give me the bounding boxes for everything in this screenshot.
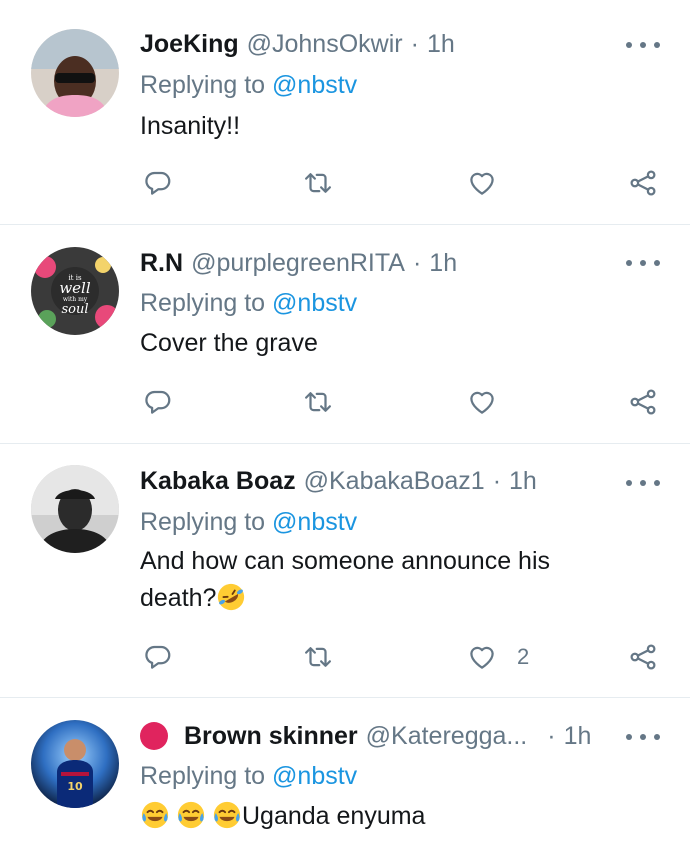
retweet-icon — [303, 168, 333, 198]
avatar[interactable]: it is well with my soul — [31, 247, 119, 335]
more-icon[interactable] — [626, 35, 660, 55]
avatar-text-line4: soul — [61, 302, 88, 317]
tweet[interactable]: JoeKing @JohnsOkwir · 1h Replying to @nb… — [0, 0, 690, 224]
retweet-icon — [303, 387, 333, 417]
like-button[interactable] — [467, 163, 517, 203]
user-handle[interactable]: @JohnsOkwir — [247, 29, 403, 59]
timestamp[interactable]: 1h — [429, 248, 457, 278]
tweet-text-content: Uganda enyuma — [242, 802, 426, 830]
retweet-button[interactable] — [303, 382, 333, 422]
reply-button[interactable] — [143, 637, 173, 677]
tweet-text: Insanity!! — [140, 112, 241, 140]
reply-button[interactable] — [143, 163, 173, 203]
tweet[interactable]: it is well with my soul R.N @purplegreen… — [0, 225, 690, 443]
replying-to-label: Replying to — [140, 71, 266, 99]
tweet[interactable]: 10 Brown skinner @Kateregga... · 1h Repl… — [0, 698, 690, 846]
share-button[interactable] — [628, 382, 658, 422]
mention-link[interactable]: @nbstv — [272, 71, 357, 99]
retweet-icon — [303, 642, 333, 672]
tweet-actions — [0, 382, 690, 422]
timestamp[interactable]: 1h — [564, 721, 592, 751]
user-name[interactable]: Brown skinner — [184, 721, 358, 751]
share-button[interactable] — [628, 637, 658, 677]
more-icon[interactable] — [626, 727, 660, 747]
heart-icon — [467, 168, 497, 198]
separator-dot: · — [492, 467, 502, 495]
replying-to: Replying to @nbstv — [140, 70, 357, 100]
separator-dot: · — [412, 249, 422, 277]
jersey-number: 10 — [67, 780, 83, 793]
user-handle[interactable]: @Kateregga... — [366, 721, 528, 751]
tears-of-joy-emoji — [176, 800, 206, 830]
tweet[interactable]: Kabaka Boaz @KabakaBoaz1 · 1h Replying t… — [0, 444, 690, 697]
like-count: 2 — [517, 644, 530, 669]
share-icon — [628, 642, 658, 672]
heart-icon — [467, 387, 497, 417]
timestamp[interactable]: 1h — [427, 29, 455, 59]
retweet-button[interactable] — [303, 637, 333, 677]
mention-link[interactable]: @nbstv — [272, 289, 357, 317]
share-icon — [628, 168, 658, 198]
share-icon — [628, 387, 658, 417]
replying-to-label: Replying to — [140, 762, 266, 790]
tweet-text-content: And how can someone announce his death? — [140, 547, 551, 612]
more-icon[interactable] — [626, 473, 660, 493]
user-name[interactable]: JoeKing — [140, 29, 239, 59]
user-handle[interactable]: @purplegreenRITA — [191, 248, 405, 278]
replying-to: Replying to @nbstv — [140, 507, 357, 537]
tweet-text: Cover the grave — [140, 329, 318, 357]
share-button[interactable] — [628, 163, 658, 203]
user-handle[interactable]: @KabakaBoaz1 — [304, 466, 485, 496]
reply-icon — [143, 168, 173, 198]
avatar-text-line2: well — [59, 279, 91, 297]
tears-of-joy-emoji — [140, 800, 170, 830]
more-icon[interactable] — [626, 253, 660, 273]
user-name[interactable]: Kabaka Boaz — [140, 466, 296, 496]
mention-link[interactable]: @nbstv — [272, 508, 357, 536]
reply-button[interactable] — [143, 382, 173, 422]
tweet-text: Uganda enyuma — [140, 798, 640, 835]
replying-to: Replying to @nbstv — [140, 761, 357, 791]
user-name[interactable]: R.N — [140, 248, 183, 278]
rolling-laughing-emoji — [216, 582, 246, 612]
avatar[interactable] — [31, 465, 119, 553]
status-dot-icon — [140, 722, 168, 750]
reply-icon — [143, 387, 173, 417]
tweet-text: And how can someone announce his death? — [140, 543, 610, 617]
tears-of-joy-emoji — [212, 800, 242, 830]
timestamp[interactable]: 1h — [509, 466, 537, 496]
separator-dot: · — [410, 30, 419, 58]
heart-icon — [467, 642, 497, 672]
avatar[interactable] — [31, 29, 119, 117]
like-button[interactable]: 2 — [467, 637, 529, 677]
replying-to-label: Replying to — [140, 508, 266, 536]
replying-to-label: Replying to — [140, 289, 266, 317]
tweet-actions — [0, 163, 690, 203]
like-button[interactable] — [467, 382, 517, 422]
replying-to: Replying to @nbstv — [140, 288, 357, 318]
avatar[interactable]: 10 — [31, 720, 119, 808]
retweet-button[interactable] — [303, 163, 333, 203]
mention-link[interactable]: @nbstv — [272, 762, 357, 790]
separator-dot: · — [547, 722, 556, 750]
reply-icon — [143, 642, 173, 672]
tweet-actions: 2 — [0, 637, 690, 677]
